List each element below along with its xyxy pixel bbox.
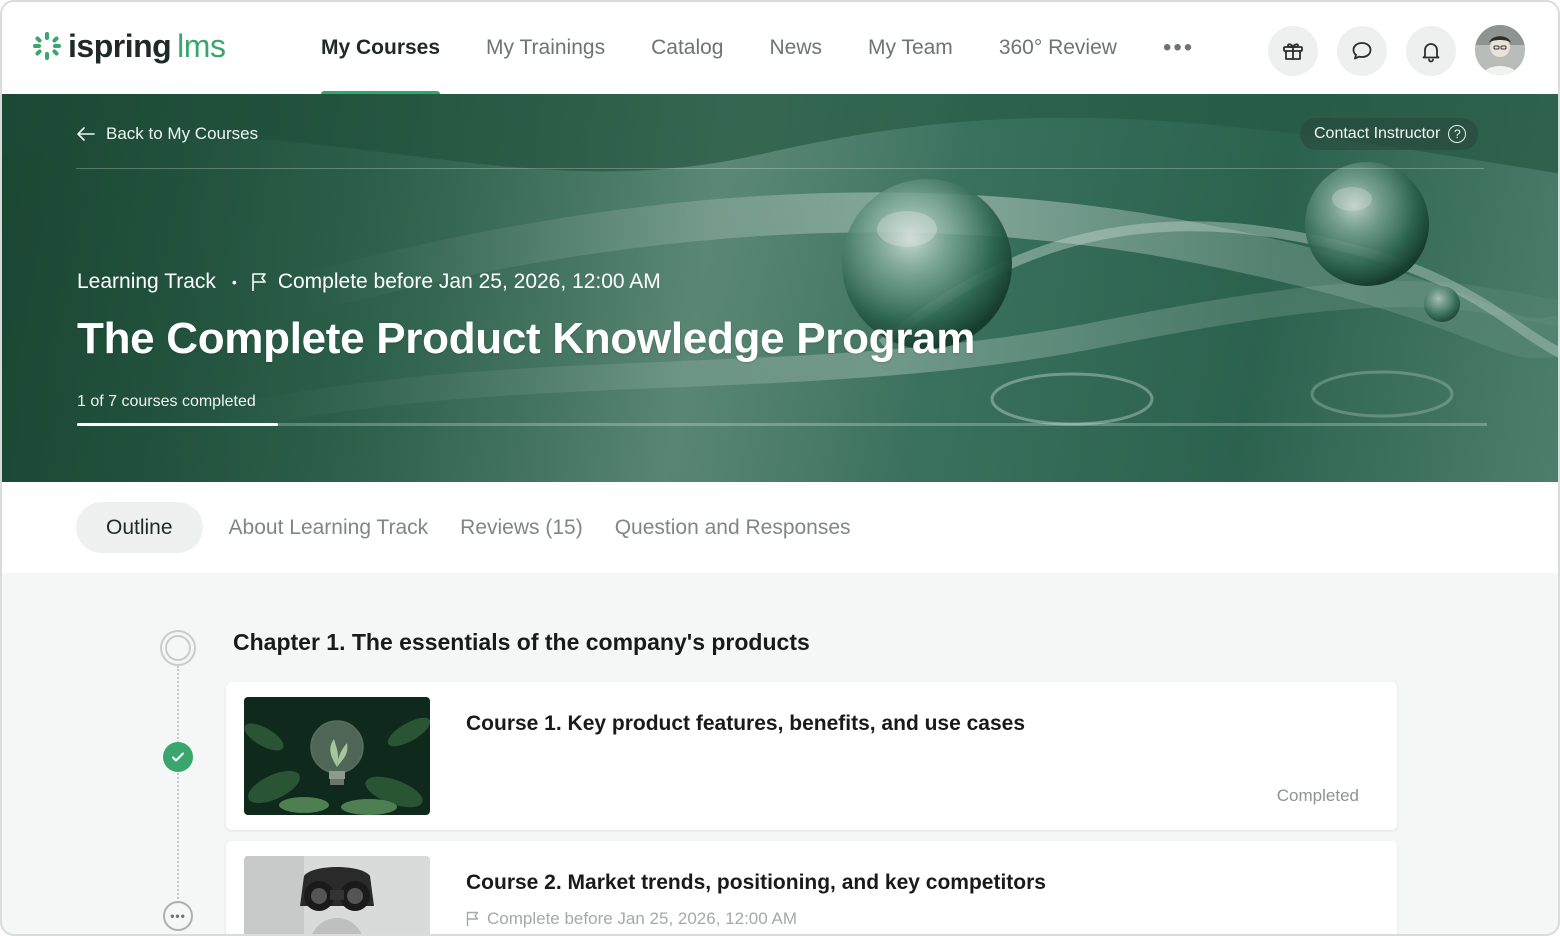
flag-icon: [252, 273, 266, 291]
logo-sparkle-icon: [33, 32, 61, 60]
avatar-image: [1475, 25, 1525, 75]
chapter-title: Chapter 1. The essentials of the company…: [233, 629, 810, 655]
help-icon: ?: [1448, 125, 1467, 143]
track-meta: Learning Track • Complete before Jan 25,…: [77, 270, 661, 294]
nav-my-team[interactable]: My Team: [845, 2, 976, 94]
gift-icon: [1283, 43, 1303, 60]
tab-question-and-responses[interactable]: Question and Responses: [599, 502, 867, 553]
tab-reviews[interactable]: Reviews (15): [444, 502, 599, 553]
tab-about-learning-track[interactable]: About Learning Track: [213, 502, 445, 553]
nav-360-review[interactable]: 360° Review: [976, 2, 1140, 94]
nav-catalog[interactable]: Catalog: [628, 2, 746, 94]
top-navigation-bar: ispring lms My Courses My Trainings Catal…: [2, 2, 1558, 96]
app-window: ispring lms My Courses My Trainings Catal…: [0, 0, 1560, 936]
course-card[interactable]: Course 2. Market trends, positioning, an…: [226, 841, 1397, 934]
logo-text: ispring lms: [68, 27, 226, 64]
user-avatar[interactable]: [1475, 25, 1525, 75]
course-thumbnail: [244, 856, 430, 934]
course-title: Course 1. Key product features, benefits…: [466, 712, 1026, 735]
notifications-button[interactable]: [1406, 26, 1456, 76]
track-due-date: Complete before Jan 25, 2026, 12:00 AM: [277, 270, 661, 293]
nav-more-button[interactable]: •••: [1140, 2, 1217, 94]
course-title: Course 2. Market trends, positioning, an…: [466, 871, 1046, 894]
hero-banner: Back to My Courses Contact Instructor ? …: [2, 94, 1558, 482]
track-type-label: Learning Track: [77, 270, 216, 293]
main-nav: My Courses My Trainings Catalog News My …: [298, 2, 1217, 96]
in-progress-ellipsis-icon: •••: [163, 901, 193, 931]
ispring-logo[interactable]: ispring lms: [32, 26, 226, 66]
arrow-left-icon: [77, 127, 95, 141]
nav-news[interactable]: News: [746, 2, 845, 94]
meta-separator: •: [231, 274, 237, 290]
hero-divider: [76, 168, 1484, 169]
chapter-status-icon: [160, 630, 196, 666]
progress-bar: [77, 423, 1487, 426]
page-title: The Complete Product Knowledge Program: [77, 314, 976, 363]
flag-icon: [466, 911, 479, 926]
contact-instructor-button[interactable]: Contact Instructor ?: [1300, 118, 1479, 150]
back-link-label: Back to My Courses: [106, 124, 259, 143]
timeline-connector: [177, 666, 179, 906]
course-thumbnail: [244, 697, 430, 815]
chat-icon: [1352, 42, 1372, 60]
contact-instructor-label: Contact Instructor: [1314, 125, 1441, 142]
hero-content: Back to My Courses Contact Instructor ? …: [2, 94, 1558, 482]
content-tabs: Outline About Learning Track Reviews (15…: [2, 482, 1558, 573]
progress-bar-fill: [77, 423, 278, 426]
completed-check-icon: [163, 742, 193, 772]
course-due-date: Complete before Jan 25, 2026, 12:00 AM: [487, 909, 797, 928]
binoculars-person-image: [244, 856, 430, 934]
nav-my-trainings[interactable]: My Trainings: [463, 2, 628, 94]
course-due: Complete before Jan 25, 2026, 12:00 AM: [466, 909, 797, 929]
tab-outline[interactable]: Outline: [76, 502, 203, 553]
progress-label: 1 of 7 courses completed: [77, 393, 256, 410]
course-status: Completed: [1276, 786, 1359, 805]
lightbulb-plant-image: [244, 697, 430, 815]
nav-my-courses[interactable]: My Courses: [298, 2, 463, 96]
bell-icon: [1422, 43, 1440, 63]
messages-button[interactable]: [1337, 26, 1387, 76]
course-card[interactable]: Course 1. Key product features, benefits…: [226, 682, 1397, 830]
back-to-my-courses-link[interactable]: Back to My Courses: [76, 124, 258, 144]
gift-button[interactable]: [1268, 26, 1318, 76]
